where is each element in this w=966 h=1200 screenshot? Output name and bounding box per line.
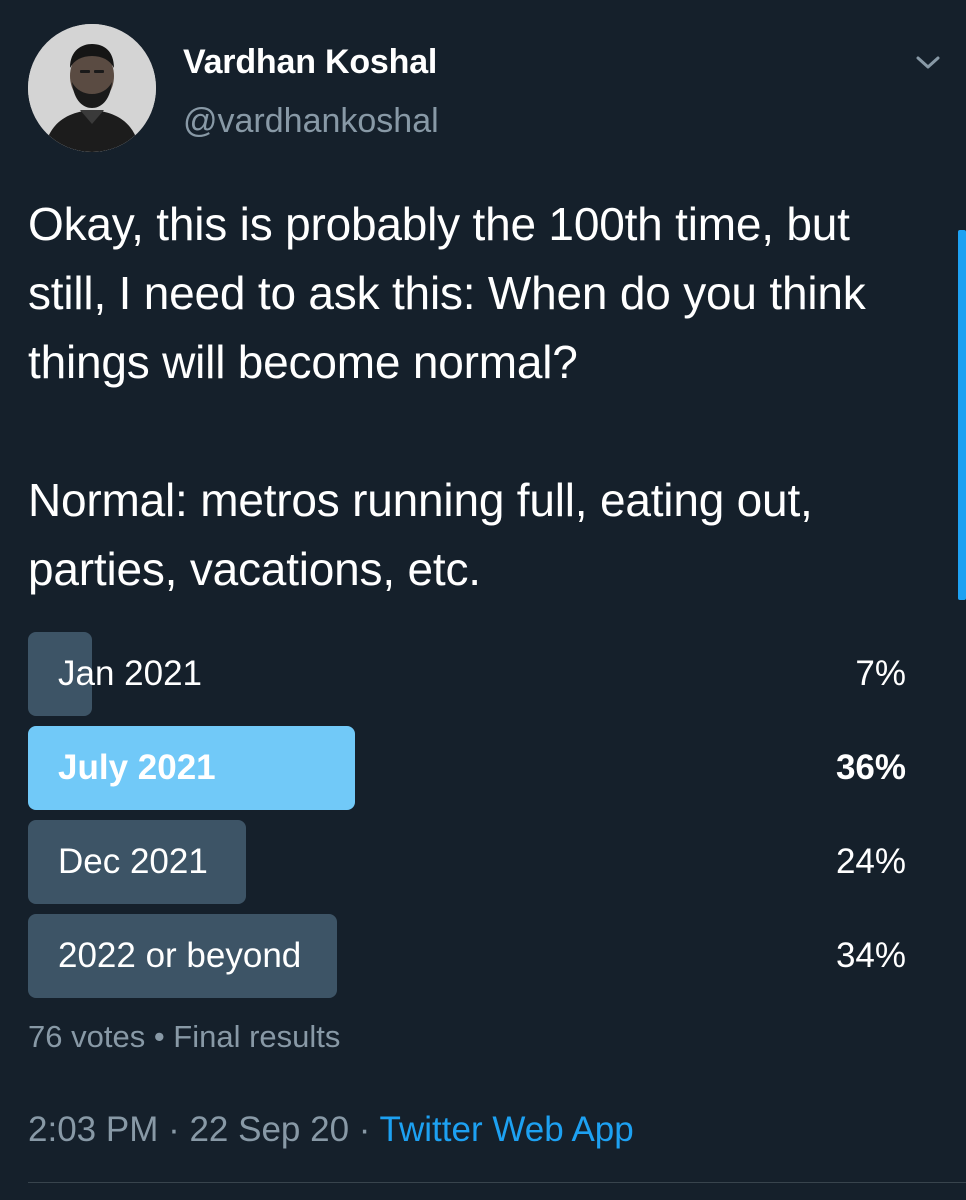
poll-option-label: Dec 2021 [58, 842, 208, 881]
meta-separator: · [158, 1110, 190, 1149]
poll-option-percent: 7% [855, 654, 906, 693]
scrollbar[interactable] [958, 230, 966, 600]
poll: Jan 2021 7% July 2021 36% Dec 2021 24% 2… [28, 632, 908, 1008]
poll-option-percent: 34% [835, 936, 906, 975]
poll-option-percent: 24% [835, 842, 906, 881]
meta-separator: · [349, 1110, 380, 1149]
poll-option: Jan 2021 7% [28, 632, 908, 716]
avatar[interactable] [28, 24, 156, 152]
tweet-date[interactable]: 22 Sep 20 [189, 1110, 349, 1149]
tweet-paragraph: Normal: metros running full, eating out,… [28, 474, 813, 595]
tweet-text: Okay, this is probably the 100th time, b… [28, 190, 938, 604]
chevron-down-icon [916, 56, 940, 69]
poll-option: 2022 or beyond 34% [28, 914, 908, 998]
divider [28, 1182, 966, 1183]
poll-status: Final results [173, 1019, 341, 1054]
tweet-menu-button[interactable] [906, 44, 950, 80]
poll-summary: 76 votes • Final results [28, 1015, 340, 1059]
tweet-timestamp: 2:03 PM · 22 Sep 20 · Twitter Web App [28, 1106, 634, 1154]
poll-option-label: Jan 2021 [58, 654, 203, 693]
poll-option-percent: 36% [835, 748, 906, 787]
author-display-name[interactable]: Vardhan Koshal [183, 40, 437, 84]
poll-option-label: July 2021 [58, 748, 216, 787]
author-handle[interactable]: @vardhankoshal [183, 99, 439, 143]
poll-option-label: 2022 or beyond [58, 936, 302, 975]
profile-photo-icon [28, 24, 156, 152]
poll-option: Dec 2021 24% [28, 820, 908, 904]
poll-option-winner: July 2021 36% [28, 726, 908, 810]
tweet-time[interactable]: 2:03 PM [28, 1110, 158, 1149]
tweet-source-link[interactable]: Twitter Web App [380, 1110, 634, 1149]
tweet-paragraph: Okay, this is probably the 100th time, b… [28, 198, 866, 388]
poll-vote-count: 76 votes [28, 1019, 146, 1054]
poll-meta-separator: • [145, 1019, 174, 1054]
